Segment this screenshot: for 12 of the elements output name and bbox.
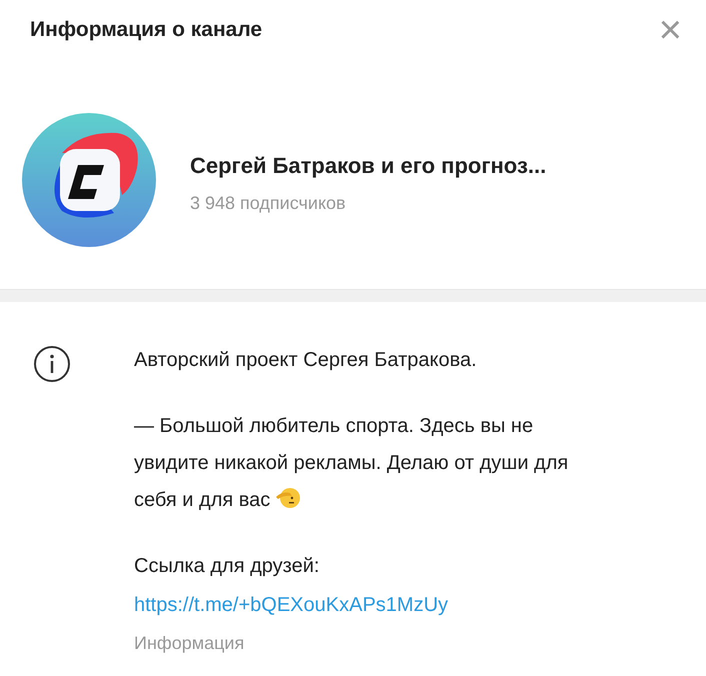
info-icon xyxy=(32,344,72,384)
channel-avatar-icon xyxy=(22,113,156,247)
info-caption: Информация xyxy=(134,632,246,655)
invite-link[interactable]: https://t.me/+bQEXouKxAPs1MzUy xyxy=(134,585,609,625)
subscriber-count: 3 948 подписчиков xyxy=(190,193,347,214)
description-paragraph: Ссылка для друзей: xyxy=(134,554,320,579)
description-paragraph: Авторский проект Сергея Батракова. xyxy=(134,348,478,373)
description-paragraph: — Большой любитель спорта. Здесь вы не увидите никакой рекламы. Делаю от души для себя и для вас xyxy=(134,414,570,513)
channel-name: Сергей Батраков и его прогноз... xyxy=(190,153,546,179)
close-button[interactable]: × xyxy=(658,10,682,50)
window-title: Информация о канале xyxy=(30,18,262,42)
saluting-face-icon xyxy=(276,487,300,509)
